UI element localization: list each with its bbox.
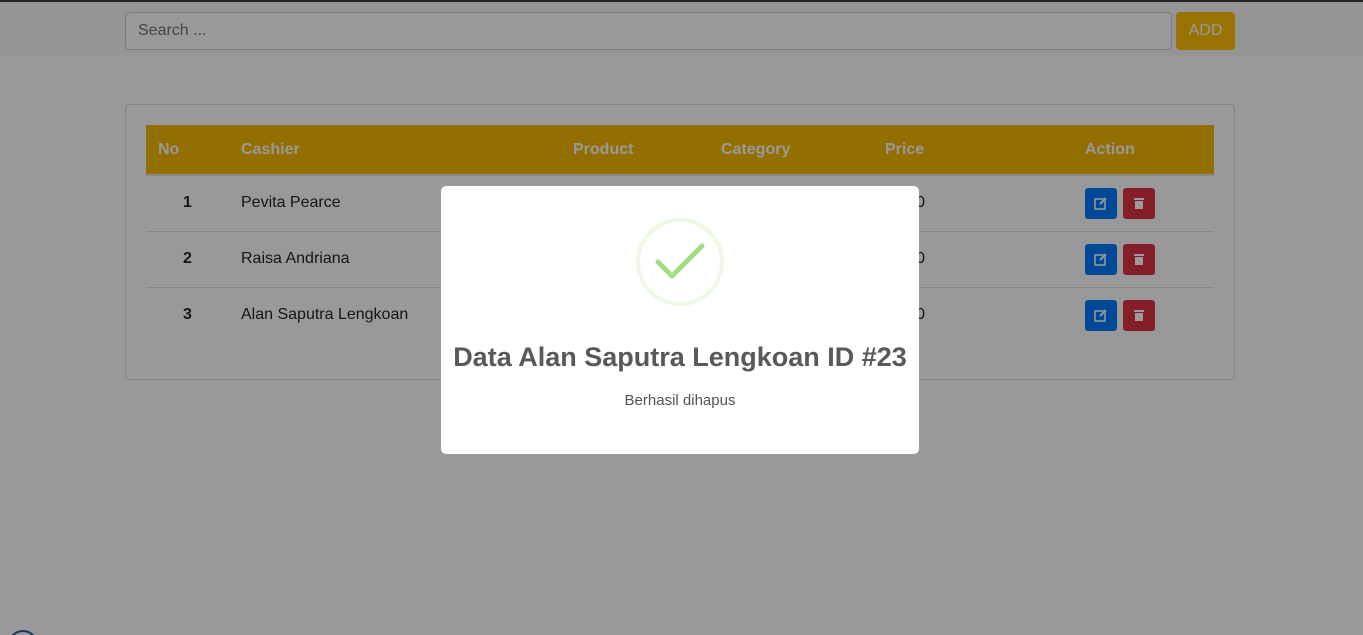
dialog-title: Data Alan Saputra Lengkoan ID #23 (453, 342, 907, 372)
success-check-icon (636, 218, 724, 306)
success-dialog: Data Alan Saputra Lengkoan ID #23 Berhas… (441, 186, 919, 454)
dialog-text: Berhasil dihapus (624, 392, 736, 409)
